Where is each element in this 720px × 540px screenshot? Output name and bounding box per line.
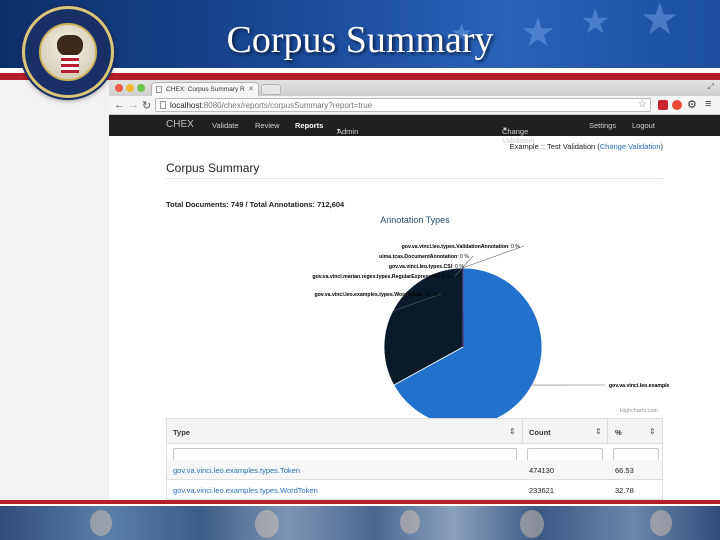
slice-label: gov.va.vinci.leo.types.CSI: 0 %: [389, 264, 465, 270]
nav-logout[interactable]: Logout: [632, 121, 655, 130]
browser-tab[interactable]: CHEX: Corpus Summary R ✕: [151, 82, 259, 96]
nav-item-review[interactable]: Review: [255, 121, 280, 130]
close-window-button[interactable]: [115, 84, 123, 92]
forward-icon[interactable]: →: [128, 99, 139, 111]
nav-item-admin-label: Admin: [337, 127, 359, 136]
url-host: localhost: [170, 101, 202, 110]
slice-label: gov.va.vinci.leo.types.ValidationAnnotat…: [402, 244, 521, 250]
type-link[interactable]: gov.va.vinci.leo.examples.types.Token: [173, 466, 300, 475]
slice-label: gov.va.vinci.leo.examples.types.Token: 6…: [609, 383, 669, 389]
close-icon[interactable]: ✕: [248, 85, 254, 93]
app-brand[interactable]: CHEX: [166, 119, 194, 130]
photo-figure: [650, 510, 672, 536]
percent-cell: 32.78: [615, 486, 634, 495]
percent-cell: 66.53: [615, 466, 634, 475]
totals-summary: Total Documents: 749 / Total Annotations…: [166, 200, 345, 209]
table-row: gov.va.vinci.leo.examples.types.WordToke…: [166, 480, 663, 500]
table-row: gov.va.vinci.leo.examples.types.Token 47…: [166, 460, 663, 480]
browser-toolbar: ← → ↻ localhost:8080/chex/reports/corpus…: [109, 96, 720, 115]
extension-icon[interactable]: [658, 100, 668, 110]
flag-icon: [61, 55, 79, 73]
browser-tabbar: CHEX: Corpus Summary R ✕ ⤢: [109, 80, 720, 96]
app-navbar: CHEX Validate Review Reports Admin ▾ ▼ C…: [109, 115, 720, 145]
eagle-icon: [57, 35, 83, 57]
validation-context: Example :: Test Validation (Change Valid…: [510, 142, 663, 151]
column-header-count[interactable]: Count: [529, 428, 551, 437]
minimize-window-button[interactable]: [126, 84, 134, 92]
photo-figure: [255, 510, 279, 538]
back-icon[interactable]: ←: [114, 99, 125, 111]
extension-icon[interactable]: [672, 100, 682, 110]
column-header-type[interactable]: Type: [173, 428, 190, 437]
photo-figure: [520, 510, 544, 538]
type-link[interactable]: gov.va.vinci.leo.examples.types.WordToke…: [173, 486, 318, 495]
department-seal-logo: [22, 6, 114, 98]
seal-emblem: [39, 23, 97, 81]
sort-icon[interactable]: ⇕: [649, 427, 656, 436]
photo-figure: [400, 510, 420, 534]
chart-credit[interactable]: Highcharts.com: [620, 408, 658, 414]
gear-icon[interactable]: ⚙: [687, 98, 697, 111]
sort-icon[interactable]: ⇕: [509, 427, 516, 436]
new-tab-button[interactable]: [261, 84, 281, 95]
bookmark-star-icon[interactable]: ☆: [638, 99, 647, 110]
slice-label: gov.va.vinci.leo.examples.types.WordToke…: [314, 292, 437, 298]
chart-title: Annotation Types: [380, 215, 450, 225]
nav-item-validate[interactable]: Validate: [212, 121, 239, 130]
context-suffix: ): [660, 142, 664, 151]
column-divider: [607, 419, 608, 445]
page-icon: [160, 101, 166, 109]
page-icon: [156, 86, 162, 93]
column-header-percent[interactable]: %: [615, 428, 622, 437]
browser-window: CHEX: Corpus Summary R ✕ ⤢ ← → ↻ localho…: [109, 80, 720, 500]
tab-title: CHEX: Corpus Summary R: [166, 86, 245, 93]
zoom-window-button[interactable]: [137, 84, 145, 92]
page-content: Example :: Test Validation (Change Valid…: [109, 136, 720, 500]
nav-settings[interactable]: Settings: [589, 121, 616, 130]
fullscreen-icon[interactable]: ⤢: [708, 82, 714, 92]
address-bar[interactable]: localhost:8080/chex/reports/corpusSummar…: [155, 98, 651, 112]
annotation-types-pie-chart: Annotation Types gov.va.vinci.leo.exampl…: [312, 215, 669, 418]
slice-label: uima.tcas.DocumentAnnotation: 0 %: [379, 254, 469, 260]
context-prefix: Example :: Test Validation (: [509, 142, 600, 151]
divider: [166, 178, 663, 179]
table-header: Type ⇕ Count ⇕ % ⇕: [166, 418, 663, 445]
slice-label: gov.va.vinci.marian.regex.types.RegularE…: [312, 274, 451, 280]
change-validation-link[interactable]: Change Validation: [600, 142, 661, 151]
page-title: Corpus Summary: [166, 161, 260, 175]
count-cell: 474130: [529, 466, 555, 475]
url-path: :8080/chex/reports/corpusSummary?report=…: [201, 101, 373, 110]
caret-down-icon: ▾: [337, 128, 341, 134]
photo-figure: [90, 510, 112, 536]
menu-icon[interactable]: ≡: [705, 98, 711, 110]
reload-icon[interactable]: ↻: [142, 99, 151, 112]
footer-photo-strip: [0, 506, 720, 540]
nav-item-reports[interactable]: Reports: [295, 121, 323, 130]
sort-icon[interactable]: ⇕: [595, 427, 602, 436]
count-cell: 233621: [529, 486, 555, 495]
column-divider: [522, 419, 523, 445]
